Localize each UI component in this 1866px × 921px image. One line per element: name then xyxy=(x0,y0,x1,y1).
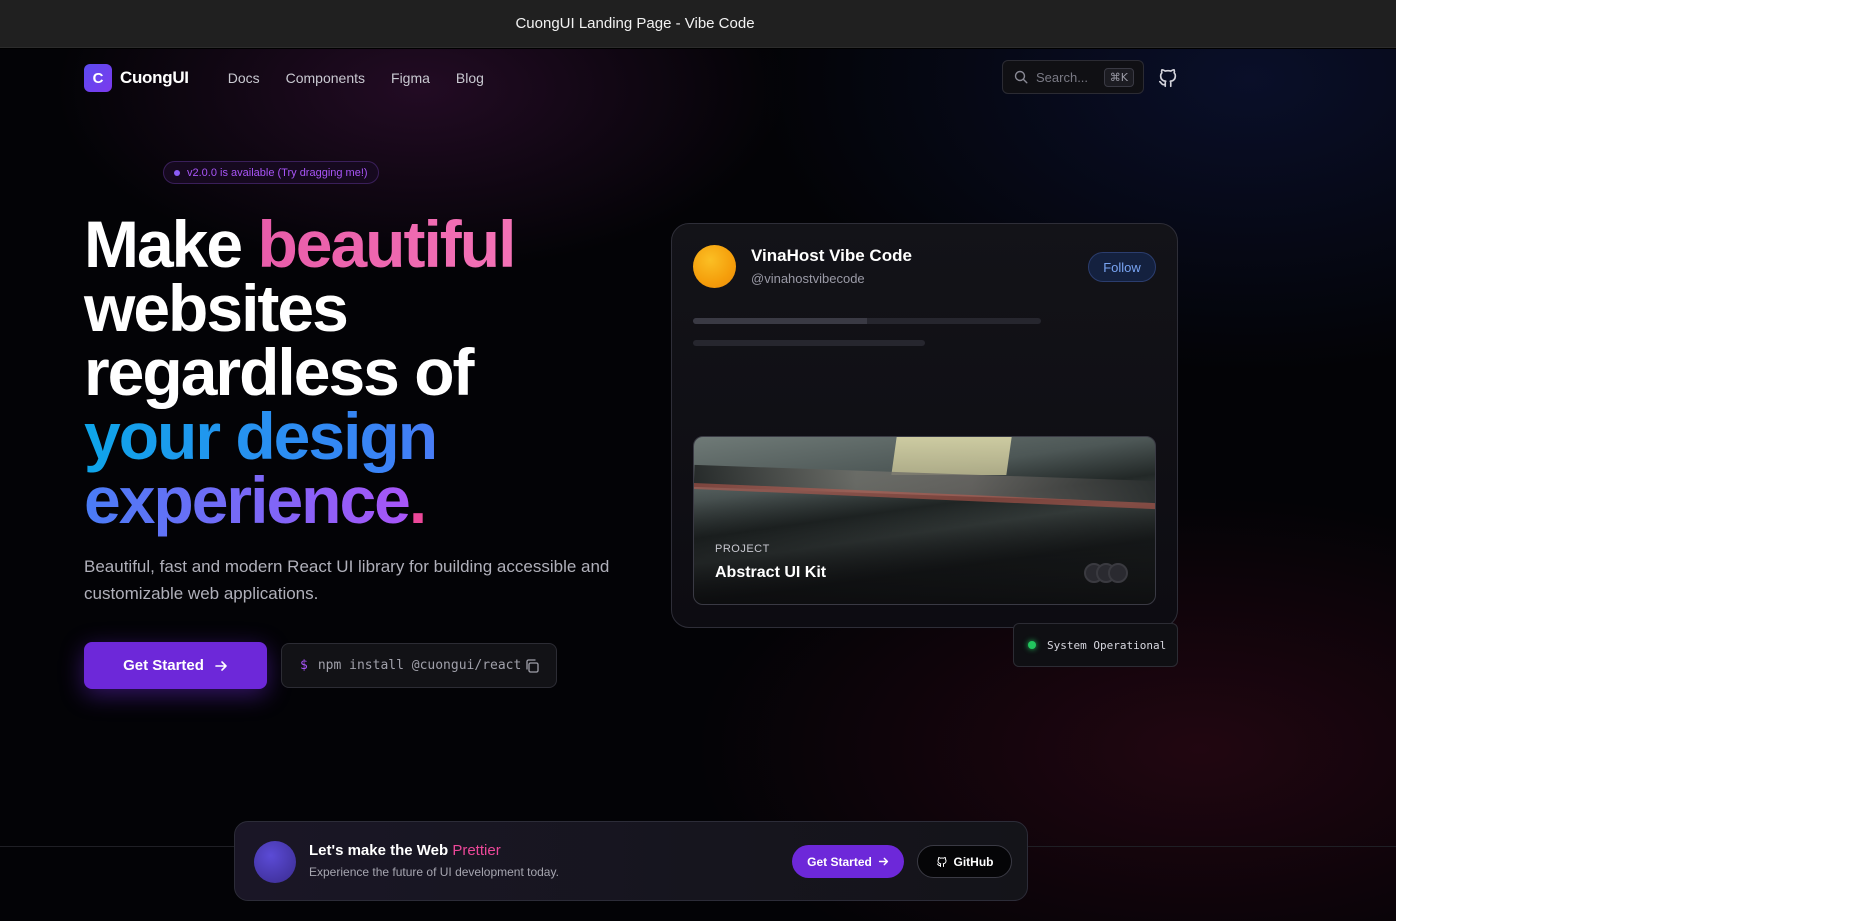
search-input[interactable]: Search... ⌘K xyxy=(1002,60,1144,94)
nav-link-docs[interactable]: Docs xyxy=(228,70,260,86)
banner-subtitle: Experience the future of UI development … xyxy=(309,865,559,879)
badge-dot xyxy=(174,169,180,176)
npm-prompt: $ xyxy=(300,658,308,673)
status-dot xyxy=(1028,641,1036,649)
headline-part-3: websites regardless of xyxy=(84,271,474,409)
landing-page: C CuongUI Docs Components Figma Blog Sea… xyxy=(0,49,1396,921)
profile-card[interactable]: VinaHost Vibe Code @vinahostvibecode Fol… xyxy=(671,223,1178,628)
npm-command-text: npm install @cuongui/react xyxy=(317,658,522,673)
nav-link-components[interactable]: Components xyxy=(286,70,365,86)
copy-icon[interactable] xyxy=(524,658,540,674)
github-icon xyxy=(936,856,946,867)
badge-text: v2.0.0 is available (Try dragging me!) xyxy=(187,166,368,179)
get-started-button[interactable]: Get Started xyxy=(84,642,267,689)
hero-subtext: Beautiful, fast and modern React UI libr… xyxy=(84,557,610,603)
banner-avatar xyxy=(254,841,296,883)
headline-gradient: your design experience xyxy=(84,399,438,537)
banner-get-started-label: Get Started xyxy=(807,854,872,869)
arrow-right-icon xyxy=(215,660,227,671)
window-title: CuongUI Landing Page - Vibe Code xyxy=(515,15,755,32)
get-started-label: Get Started xyxy=(123,657,204,674)
banner-github-label: GitHub xyxy=(953,854,994,869)
banner-title-main: Let's make the Web xyxy=(309,842,453,859)
project-image-paper xyxy=(891,437,1012,475)
app-window: CuongUI Landing Page - Vibe Code C Cuong… xyxy=(0,0,1396,921)
nav-link-figma[interactable]: Figma xyxy=(391,70,430,86)
project-title: Abstract UI Kit xyxy=(715,564,827,581)
project-preview[interactable]: PROJECT Abstract UI Kit xyxy=(693,436,1156,605)
skeleton-line xyxy=(693,340,925,346)
hero-headline: Make beautiful websites regardless of your… xyxy=(84,211,644,533)
version-badge[interactable]: v2.0.0 is available (Try dragging me!) xyxy=(163,161,379,184)
search-icon xyxy=(1014,70,1028,84)
collaborator-avatars xyxy=(1084,563,1144,583)
banner-get-started-button[interactable]: Get Started xyxy=(792,845,904,878)
brand-name[interactable]: CuongUI xyxy=(120,68,189,88)
project-label: PROJECT xyxy=(715,543,770,555)
avatar xyxy=(693,245,736,288)
headline-highlight-beautiful: beautiful xyxy=(257,207,516,281)
banner-title-accent: Prettier xyxy=(452,842,501,859)
status-badge: System Operational xyxy=(1013,623,1178,667)
nav-link-blog[interactable]: Blog xyxy=(456,70,484,86)
banner-title: Let's make the Web Prettier xyxy=(309,842,501,859)
follow-button[interactable]: Follow xyxy=(1088,252,1156,282)
progress-bar xyxy=(693,318,1041,324)
collaborator-avatar xyxy=(1108,563,1128,583)
nav-links: Docs Components Figma Blog xyxy=(228,70,484,86)
promo-banner: Let's make the Web Prettier Experience t… xyxy=(234,821,1028,901)
status-text: System Operational xyxy=(1047,638,1167,652)
github-icon[interactable] xyxy=(1157,67,1179,89)
install-command[interactable]: $ npm install @cuongui/react xyxy=(281,643,557,688)
headline-part-1: Make xyxy=(84,207,258,281)
title-bar: CuongUI Landing Page - Vibe Code xyxy=(0,0,1396,48)
progress-bar-fill xyxy=(693,318,867,324)
search-shortcut: ⌘K xyxy=(1103,68,1134,87)
headline-period: . xyxy=(408,463,427,537)
search-placeholder: Search... xyxy=(1036,69,1089,85)
arrow-right-icon xyxy=(878,857,888,866)
banner-github-button[interactable]: GitHub xyxy=(917,845,1012,878)
top-nav: C CuongUI Docs Components Figma Blog xyxy=(84,63,484,93)
profile-name: VinaHost Vibe Code xyxy=(751,246,912,265)
profile-handle: @vinahostvibecode xyxy=(751,271,865,286)
logo-mark[interactable]: C xyxy=(84,64,112,92)
